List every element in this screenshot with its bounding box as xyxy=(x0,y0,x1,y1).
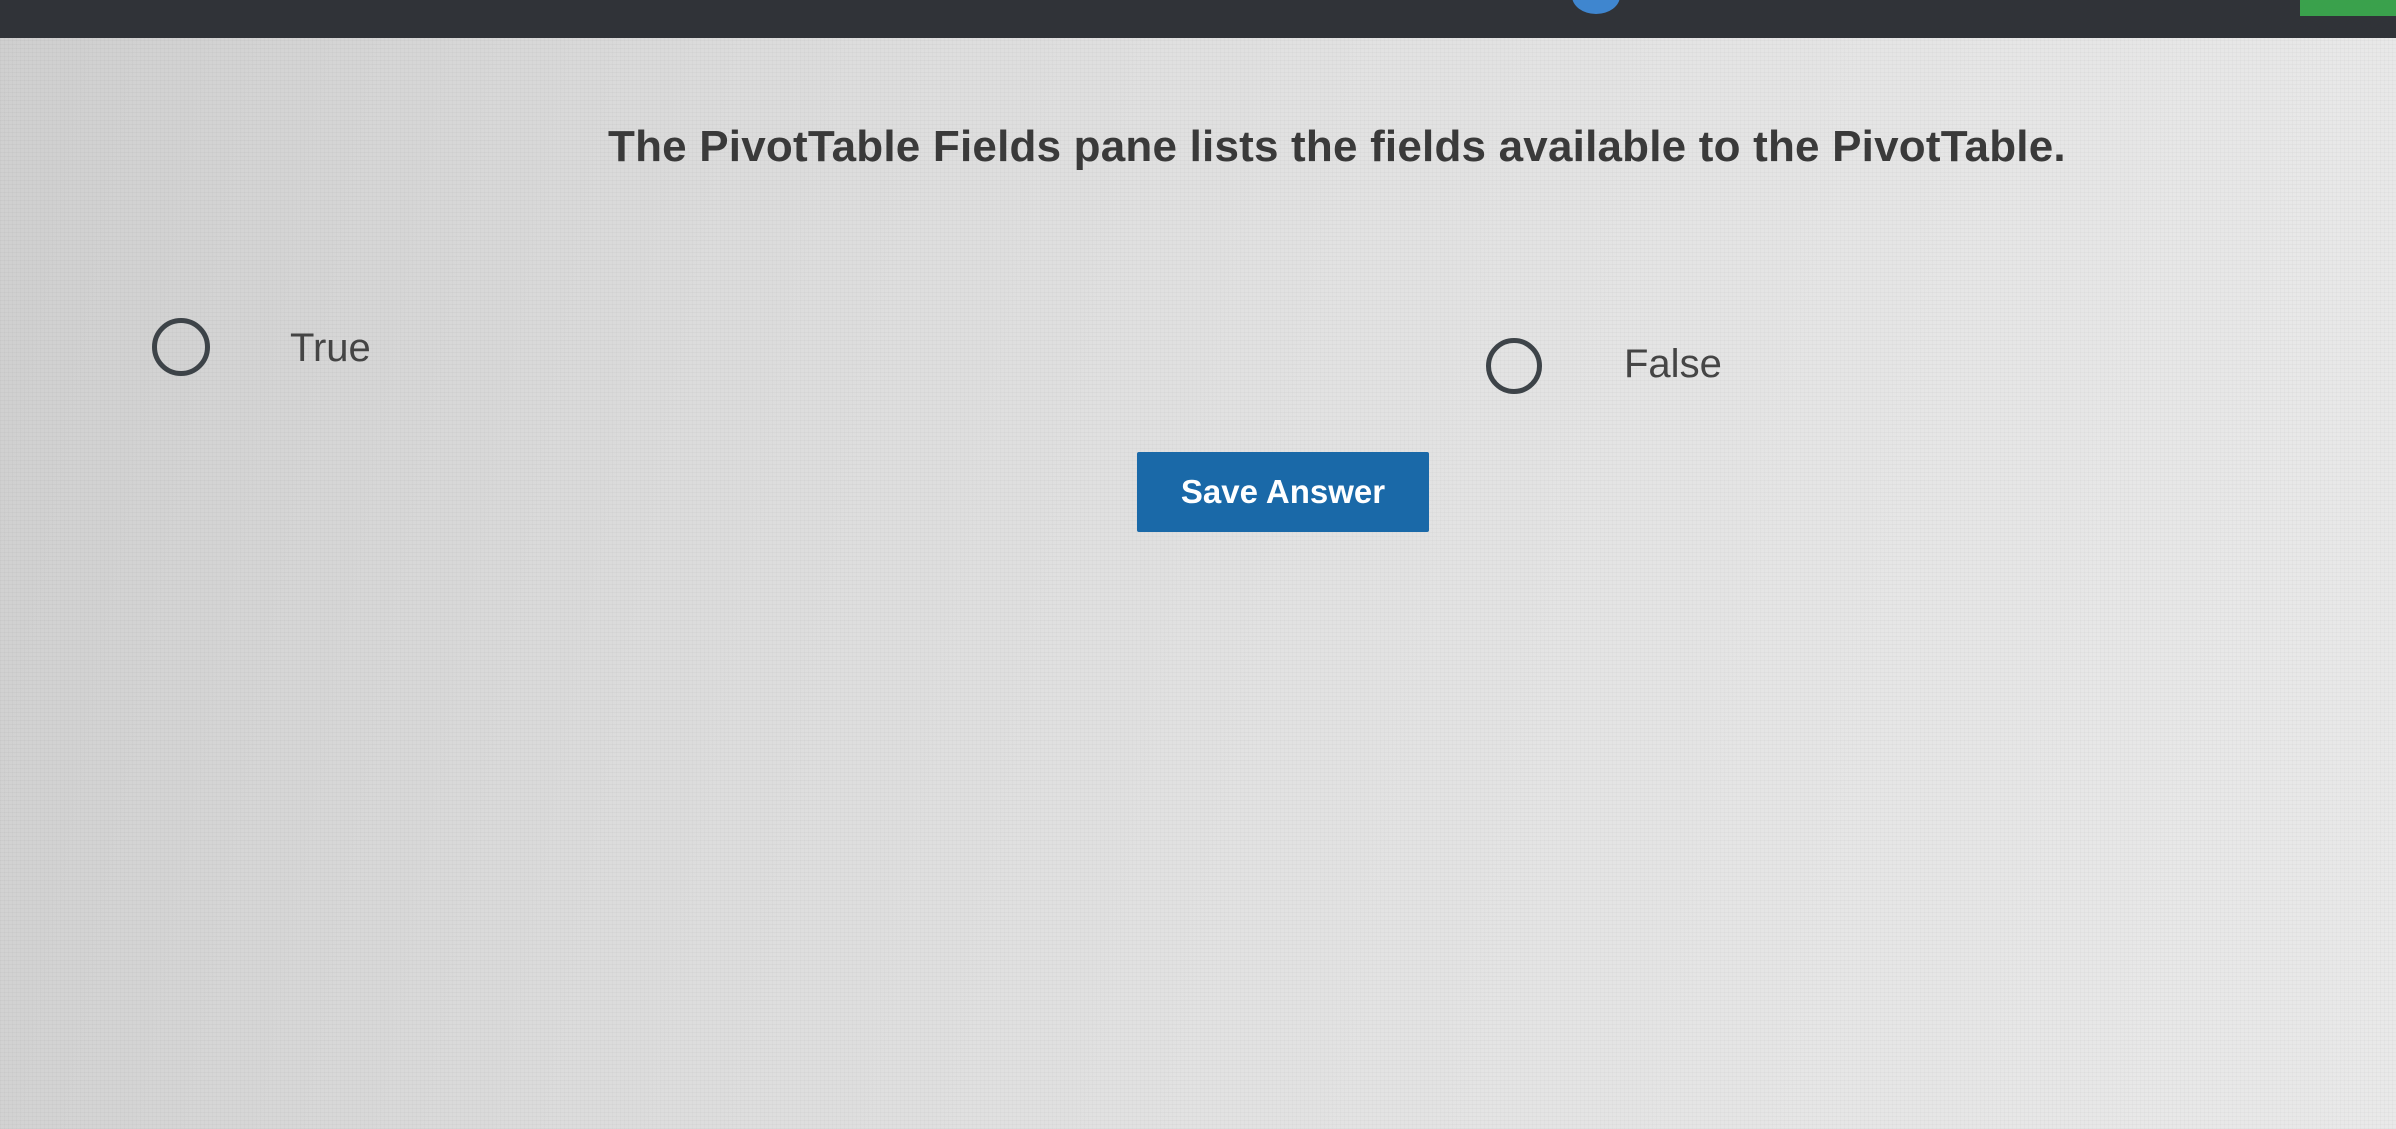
option-false[interactable]: False xyxy=(1486,338,1726,406)
save-answer-button[interactable]: Save Answer xyxy=(1137,452,1429,532)
question-text: The PivotTable Fields pane lists the fie… xyxy=(608,122,2066,171)
true-radio[interactable] xyxy=(152,318,210,376)
header-action-button[interactable] xyxy=(2300,0,2396,16)
false-label: False xyxy=(1624,342,1722,386)
top-bar xyxy=(0,0,2396,38)
status-badge xyxy=(1572,0,1620,14)
option-true[interactable]: True xyxy=(152,318,392,390)
true-label: True xyxy=(290,326,371,370)
false-radio[interactable] xyxy=(1486,338,1542,394)
